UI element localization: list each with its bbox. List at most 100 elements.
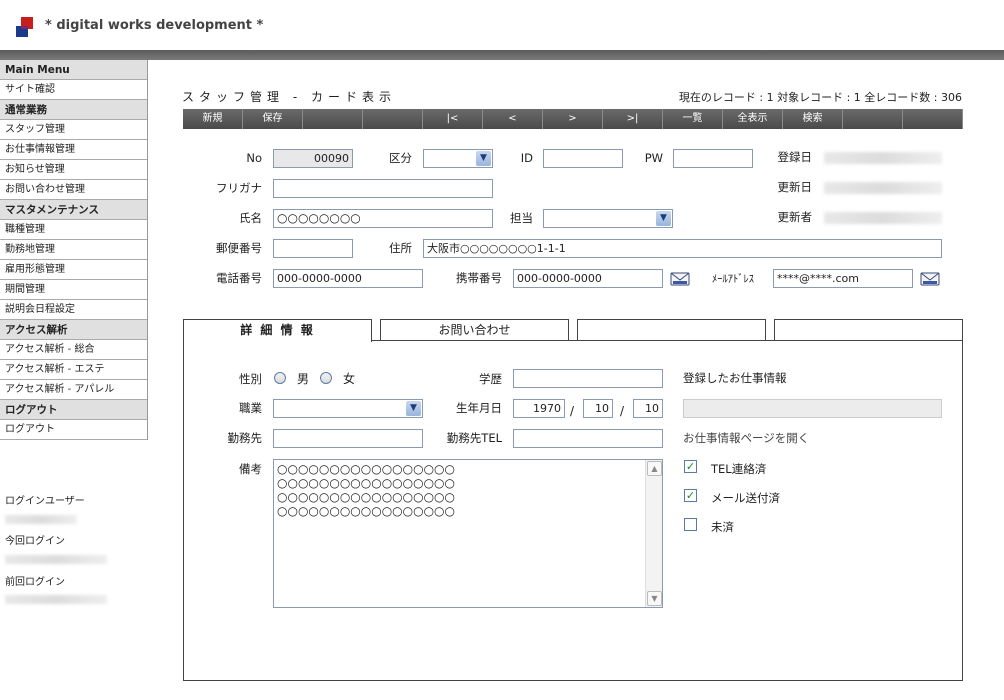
date-separator: / [620,404,625,418]
tab-inquiry[interactable]: お問い合わせ [380,319,569,341]
sidebar-item[interactable]: サイト確認 [0,80,147,100]
sidebar-item[interactable]: ログアウト [0,420,147,440]
menu-section-heading: アクセス解析 [0,320,147,340]
female-label: 女 [343,372,356,386]
toolbar-button[interactable]: 保存 [243,109,303,129]
sidebar-item[interactable]: アクセス解析 - エステ [0,360,147,380]
email-label: ﾒｰﾙｱﾄﾞﾚｽ [712,273,754,285]
status-checkbox[interactable]: ✓ [684,460,697,473]
top-bar [0,50,1004,60]
sidebar-item[interactable]: アクセス解析 - 総合 [0,340,147,360]
birth-day-field[interactable]: 10 [633,399,663,418]
name-field[interactable]: ○○○○○○○○ [273,209,493,228]
id-label: ID [520,151,533,165]
registered-label: 登録日 [777,150,813,164]
tanto-select[interactable]: ▼ [543,209,673,228]
kubun-label: 区分 [389,151,412,165]
toolbar-button[interactable]: < [483,109,543,129]
updated-label: 更新日 [777,180,813,194]
toolbar-button[interactable]: 新規 [183,109,243,129]
toolbar-button[interactable]: 一覧 [663,109,723,129]
workplace-field[interactable] [273,429,423,448]
date-separator: / [570,404,575,418]
workplace-label: 勤務先 [227,431,263,445]
name-label: 氏名 [239,211,262,225]
sidebar-menu: Main Menu サイト確認 通常業務 スタッフ管理 お仕事情報管理 お知らせ管理 お問い… [0,60,148,440]
no-field[interactable]: 00090 [273,149,353,168]
previous-login-label: 前回ログイン [5,577,65,588]
phone-label: 電話番号 [216,271,262,285]
email-field[interactable]: ****@****.com [773,269,913,288]
pw-label: PW [644,151,663,165]
toolbar-button[interactable] [843,109,903,129]
sidebar-item[interactable]: アクセス解析 - アパレル [0,380,147,400]
sidebar-item[interactable]: お仕事情報管理 [0,140,147,160]
kubun-select[interactable]: ▼ [423,149,493,168]
toolbar-button[interactable]: 検索 [783,109,843,129]
sidebar-item[interactable]: 説明会日程設定 [0,300,147,320]
sidebar-item[interactable]: 期間管理 [0,280,147,300]
toolbar-button[interactable]: 全表示 [723,109,783,129]
occupation-select[interactable]: ▼ [273,399,423,418]
tanto-label: 担当 [510,211,533,225]
chevron-down-icon: ▼ [406,401,421,416]
tab-empty-4[interactable] [774,319,963,341]
previous-login-value [5,595,107,604]
id-field[interactable] [543,149,623,168]
female-radio[interactable] [320,372,332,384]
education-field[interactable] [513,369,663,388]
toolbar-button[interactable] [363,109,423,129]
tab-joiner [184,339,371,342]
no-label: No [246,151,262,165]
chevron-down-icon: ▼ [656,211,671,226]
male-radio[interactable] [274,372,286,384]
open-jobs-link[interactable]: お仕事情報ページを開く [683,430,809,446]
record-counter: 現在のレコード : 1 対象レコード : 1 全レコード数 : 306 [678,91,962,104]
sidebar-item[interactable]: 勤務地管理 [0,240,147,260]
status-checkbox[interactable] [684,518,697,531]
toolbar-button[interactable]: >| [603,109,663,129]
memo-scrollbar[interactable]: ▲ ▼ [645,460,662,607]
sidebar-item[interactable]: 職種管理 [0,220,147,240]
workplace-tel-field[interactable] [513,429,663,448]
status-checkbox-label: メール送付済 [711,491,780,505]
updater-label: 更新者 [777,210,813,224]
sidebar-item[interactable]: スタッフ管理 [0,120,147,140]
menu-section-heading: 通常業務 [0,100,147,120]
toolbar-button[interactable]: > [543,109,603,129]
sidebar-item[interactable]: 雇用形態管理 [0,260,147,280]
mobile-field[interactable]: 000-0000-0000 [513,269,663,288]
toolbar-button[interactable]: |< [423,109,483,129]
scroll-down-icon[interactable]: ▼ [647,591,662,606]
pw-field[interactable] [673,149,753,168]
registered-jobs-field[interactable] [683,399,942,418]
menu-section-heading: Main Menu [0,60,147,80]
toolbar: 新規 保存 |< < > >| 一覧 全表示 検索 [183,109,963,129]
menu-section-heading: ログアウト [0,400,147,420]
phone-field[interactable]: 000-0000-0000 [273,269,423,288]
memo-textarea[interactable]: ○○○○○○○○○○○○○○○○○ ○○○○○○○○○○○○○○○○○ ○○○○… [273,459,663,608]
updater-value [824,212,942,224]
scroll-up-icon[interactable]: ▲ [647,461,662,476]
mail-icon[interactable] [670,272,690,286]
tab-empty-3[interactable] [577,319,766,341]
sidebar-item[interactable]: お知らせ管理 [0,160,147,180]
mail-icon[interactable] [920,272,940,286]
birth-month-field[interactable]: 10 [583,399,613,418]
status-checkbox[interactable]: ✓ [684,489,697,502]
memo-label: 備考 [239,462,262,476]
address-field[interactable]: 大阪市○○○○○○○○1-1-1 [423,239,942,258]
toolbar-button[interactable] [303,109,363,129]
sidebar-item[interactable]: お問い合わせ管理 [0,180,147,200]
furigana-field[interactable] [273,179,493,198]
birth-label: 生年月日 [456,401,502,415]
brand-title: * digital works development * [45,18,264,33]
toolbar-button[interactable] [903,109,963,129]
gender-label: 性別 [239,372,262,386]
workplace-tel-label: 勤務先TEL [446,431,502,445]
birth-year-field[interactable]: 1970 [513,399,565,418]
zip-field[interactable] [273,239,353,258]
updated-value [824,182,942,194]
status-checkbox-label: 未済 [711,520,734,534]
current-login-value [5,555,107,564]
